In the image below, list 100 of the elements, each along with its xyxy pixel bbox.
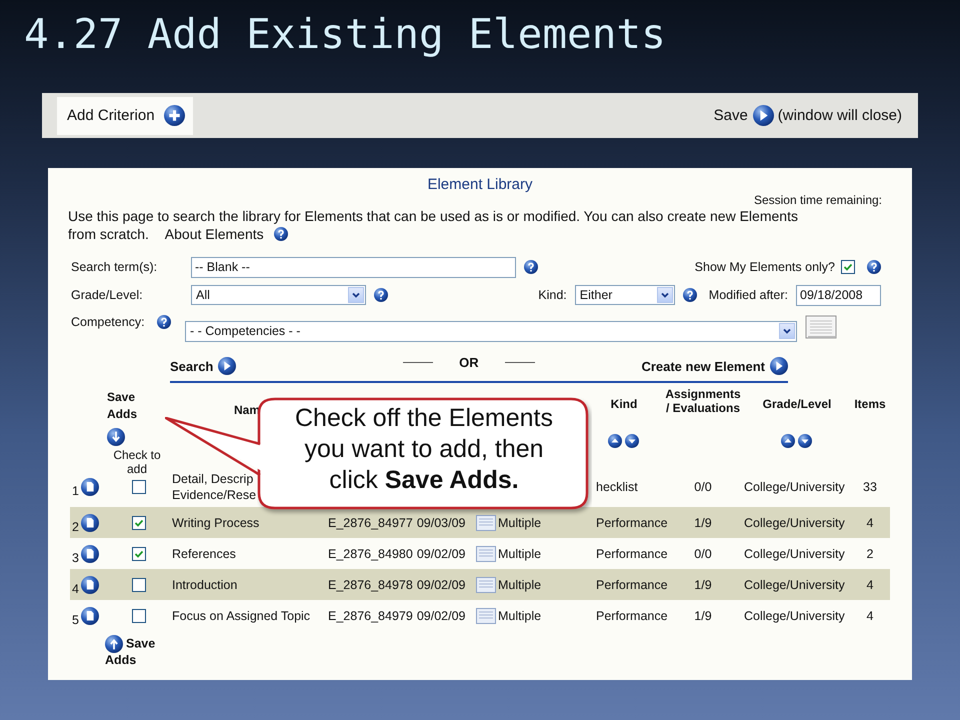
grade-level: College/University	[744, 480, 845, 494]
column-header[interactable]: Kind	[610, 397, 638, 411]
document-icon[interactable]	[80, 514, 99, 532]
assignment-count: 1/9	[694, 516, 712, 530]
grade-level: College/University	[744, 516, 845, 530]
document-icon[interactable]	[80, 576, 99, 594]
element-kind: Performance	[596, 578, 668, 592]
element-code: E_2876_84977	[328, 516, 413, 530]
sort-arrows-icon[interactable]	[607, 433, 641, 449]
arrow-up-icon	[105, 635, 123, 653]
grade-level-dropdown[interactable]: All	[191, 285, 366, 305]
column-header: Items	[854, 397, 886, 411]
row-number: 2	[72, 520, 79, 534]
arrow-right-icon	[752, 105, 774, 126]
search-field[interactable]: -- Blank --	[191, 256, 516, 278]
slide-title: 4.27 Add Existing Elements	[24, 10, 666, 58]
or-text: OR	[459, 354, 479, 370]
element-name: Focus on Assigned Topic	[172, 608, 310, 622]
about-elements-link[interactable]: About Elements	[164, 225, 288, 243]
element-kind: hecklist	[596, 480, 638, 494]
chevron-down-icon	[782, 326, 792, 336]
competency-label: Competency:	[71, 315, 146, 329]
kind-dropdown[interactable]: Either	[574, 285, 675, 305]
chevron-down-icon	[660, 290, 670, 300]
element-type: Multiple	[498, 608, 542, 622]
element-kind: Performance	[596, 608, 668, 622]
document-icon[interactable]	[80, 544, 99, 562]
add-checkbox[interactable]	[132, 546, 146, 560]
assignment-count: 0/0	[694, 480, 712, 494]
arrow-right-icon	[770, 357, 788, 375]
library-title: Element Library	[426, 176, 534, 193]
element-name: Introduction	[172, 578, 238, 592]
assignment-count: 1/9	[694, 608, 712, 622]
element-date: 09/02/09	[416, 546, 466, 560]
plus-icon	[164, 105, 185, 126]
row-number: 4	[72, 582, 79, 596]
column-header: Check to add	[112, 448, 162, 476]
element-date: 09/02/09	[416, 578, 466, 592]
element-kind: Performance	[596, 546, 668, 560]
item-count: 4	[866, 516, 874, 530]
chevron-down-icon	[351, 290, 361, 300]
column-header[interactable]: Grade/Level	[762, 397, 832, 411]
intro-text: Use this page to search the library for Elements that can be used as is or modified. You can also create new Elements from scratch. About Elements	[68, 208, 798, 242]
document-icon[interactable]	[80, 606, 99, 624]
element-type: Multiple	[498, 546, 542, 560]
element-code: E_2876_84980	[328, 546, 413, 560]
show-my-elements-checkbox[interactable]	[841, 260, 855, 274]
help-icon[interactable]	[157, 315, 171, 329]
modified-after-label: Modified after:	[708, 288, 788, 302]
save-note: (window will close)	[778, 107, 902, 124]
element-type: Multiple	[498, 578, 542, 592]
save-adds-button[interactable]: Save Adds	[105, 635, 167, 668]
element-code: E_2876_84979	[328, 608, 413, 622]
item-count: 2	[866, 546, 874, 560]
row-number: 3	[72, 550, 79, 564]
element-date: 09/03/09	[416, 516, 466, 530]
show-my-elements-label: Show My Elements only?	[694, 260, 835, 274]
help-icon[interactable]	[682, 288, 697, 302]
save-adds-button[interactable]: Save Adds	[107, 389, 167, 446]
element-name: Detail, Descrip Evidence/Rese	[172, 472, 256, 502]
element-type: Multiple	[498, 516, 542, 530]
row-number: 1	[72, 484, 79, 498]
session-time-text: Session time remaining:	[754, 193, 882, 207]
callout-text: Check off the Elements you want to add, then click Save Adds.	[294, 403, 554, 496]
save-button[interactable]: Save	[714, 105, 774, 126]
sort-arrows-icon[interactable]	[780, 433, 814, 449]
add-criterion-button[interactable]: Add Criterion	[57, 96, 193, 134]
element-name: Writing Process	[172, 516, 260, 530]
help-icon	[274, 227, 288, 241]
add-checkbox[interactable]	[132, 480, 146, 494]
help-icon[interactable]	[524, 260, 538, 274]
grade-level: College/University	[744, 608, 845, 622]
element-kind: Performance	[596, 516, 668, 530]
element-code: E_2876_84978	[328, 578, 413, 592]
kind-label: Kind:	[538, 288, 567, 302]
competency-dropdown[interactable]: - - Competencies - -	[185, 320, 797, 342]
assignment-count: 0/0	[694, 546, 712, 560]
element-date: 09/02/09	[416, 608, 466, 622]
create-element-button[interactable]: Create new Element	[641, 357, 788, 375]
grade-level: College/University	[744, 546, 845, 560]
search-label: Search term(s):	[71, 260, 158, 274]
add-checkbox[interactable]	[132, 516, 146, 530]
arrow-down-icon	[107, 428, 125, 446]
help-icon[interactable]	[867, 260, 881, 274]
item-count: 4	[866, 578, 874, 592]
grade-level: College/University	[744, 578, 845, 592]
row-number: 5	[72, 612, 79, 626]
item-count: 33	[863, 480, 877, 494]
assignment-count: 1/9	[694, 578, 712, 592]
help-icon[interactable]	[374, 288, 388, 302]
add-checkbox[interactable]	[132, 608, 146, 622]
search-button[interactable]: Search	[170, 357, 236, 375]
modified-after-field[interactable]: 09/18/2008	[796, 284, 881, 306]
column-header: Assignments / Evaluations	[664, 387, 742, 415]
add-checkbox[interactable]	[132, 578, 146, 592]
arrow-right-icon	[218, 357, 236, 375]
document-icon[interactable]	[80, 478, 99, 496]
item-count: 4	[866, 608, 874, 622]
grade-level-label: Grade/Level:	[71, 288, 144, 302]
element-name: References	[172, 546, 236, 560]
